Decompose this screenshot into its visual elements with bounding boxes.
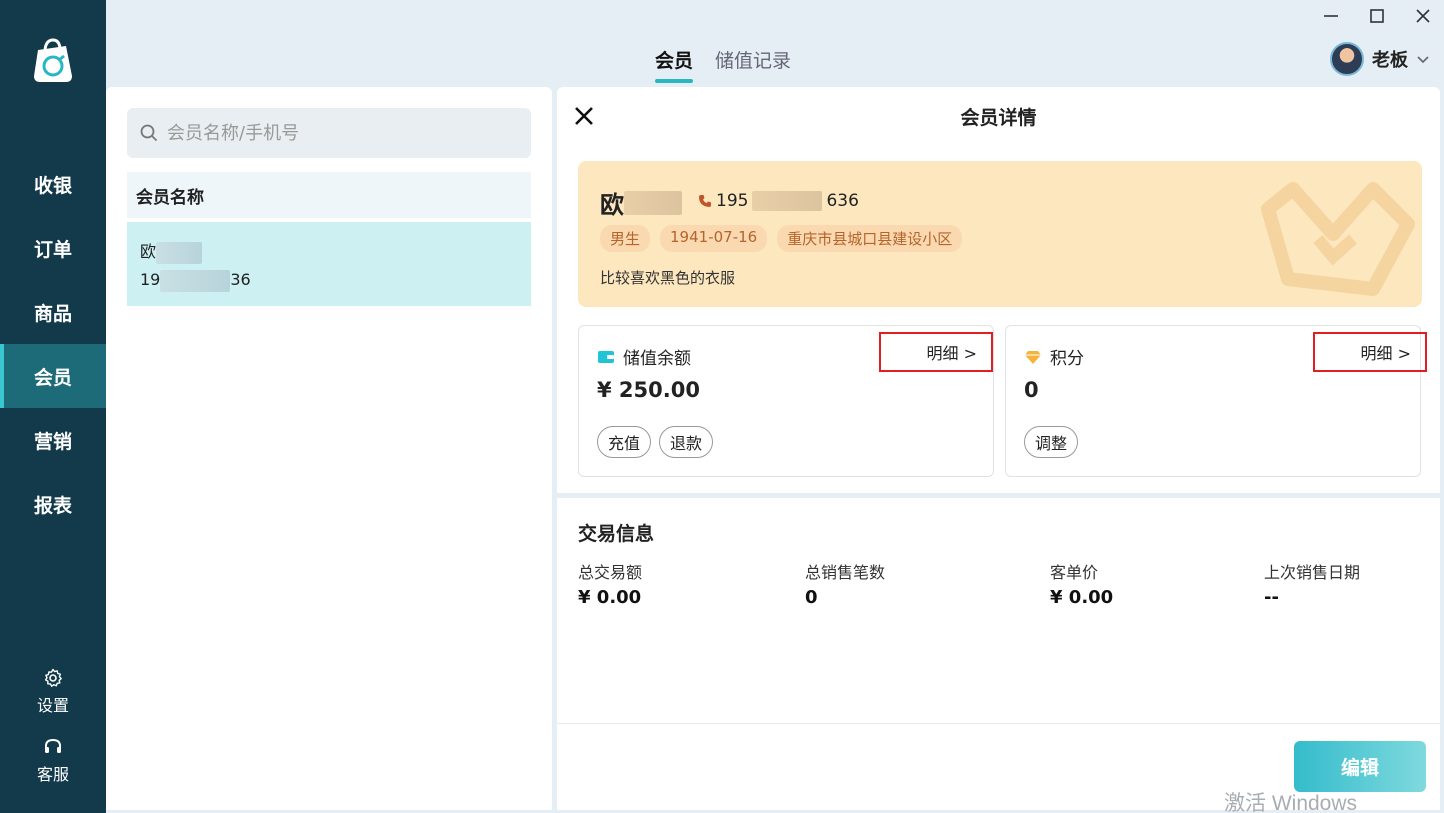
edit-button[interactable]: 编辑	[1294, 741, 1426, 792]
sidebar-item-label: 会员	[33, 366, 72, 389]
stored-value-actions: 充值 退款	[597, 426, 714, 458]
member-detail-panel: 会员详情 欧 195 636 男生 1941-07-16 重庆市县城口县建设小区 …	[557, 87, 1440, 810]
crown-watermark-icon	[1261, 182, 1415, 296]
adjust-points-button[interactable]: 调整	[1024, 426, 1079, 458]
section-divider	[557, 493, 1440, 498]
sidebar-item-cashier[interactable]: 收银	[0, 152, 106, 216]
sidebar-item-label: 商品	[33, 302, 72, 325]
refund-button[interactable]: 退款	[659, 426, 714, 458]
member-note: 比较喜欢黑色的衣服	[600, 269, 736, 287]
points-actions: 调整	[1024, 426, 1079, 458]
avatar	[1330, 42, 1364, 76]
minimize-button[interactable]	[1322, 6, 1340, 31]
gear-icon	[44, 668, 62, 687]
transactions-title: 交易信息	[578, 523, 655, 545]
gender-tag: 男生	[600, 225, 651, 252]
top-tabs: 会员 储值记录	[655, 46, 791, 83]
points-label: 积分	[1024, 344, 1084, 369]
maximize-button[interactable]	[1368, 6, 1386, 31]
member-phone: 195 636	[698, 191, 859, 211]
member-name: 欧	[140, 238, 518, 266]
redacted-name	[624, 190, 682, 215]
member-name: 欧	[600, 185, 682, 220]
total-amount-stat: 总交易额 ¥ 0.00	[578, 563, 643, 608]
sidebar: 收银 订单 商品 会员 营销 报表 设置 客服	[0, 0, 106, 813]
stored-value-card: 储值余额 明细 > ¥ 250.00 充值 退款	[578, 325, 994, 477]
wallet-icon	[598, 350, 614, 363]
stored-value-detail-link[interactable]: 明细 >	[879, 332, 993, 372]
stored-value-amount: ¥ 250.00	[597, 378, 700, 402]
list-column-header: 会员名称	[127, 172, 531, 218]
search-input[interactable]	[167, 122, 527, 144]
list-item[interactable]: 欧 19 36	[127, 222, 531, 306]
search-box	[127, 108, 531, 158]
points-detail-link[interactable]: 明细 >	[1313, 332, 1427, 372]
support-label: 客服	[36, 765, 69, 784]
stored-value-label: 储值余额	[597, 344, 691, 369]
profile-card: 欧 195 636 男生 1941-07-16 重庆市县城口县建设小区 比较喜欢黑…	[578, 161, 1422, 307]
close-window-button[interactable]	[1414, 6, 1432, 31]
support-button[interactable]: 客服	[0, 737, 106, 785]
sidebar-item-label: 收银	[33, 174, 72, 197]
sidebar-item-label: 报表	[33, 494, 72, 517]
tab-members[interactable]: 会员	[655, 46, 694, 83]
tab-stored-value-records[interactable]: 储值记录	[715, 46, 791, 83]
diamond-icon	[1025, 350, 1041, 364]
points-card: 积分 明细 > 0 调整	[1005, 325, 1427, 477]
address-tag: 重庆市县城口县建设小区	[777, 225, 963, 252]
sidebar-item-members[interactable]: 会员	[0, 344, 106, 408]
redacted-phone	[752, 191, 823, 211]
sidebar-item-reports[interactable]: 报表	[0, 472, 106, 536]
search-icon	[140, 124, 158, 142]
sidebar-item-orders[interactable]: 订单	[0, 216, 106, 280]
close-icon	[1416, 9, 1430, 23]
avg-order-stat: 客单价 ¥ 0.00	[1050, 563, 1114, 608]
last-sale-date-stat: 上次销售日期 --	[1264, 563, 1361, 608]
settings-button[interactable]: 设置	[0, 668, 106, 716]
footer-divider	[557, 723, 1440, 724]
birthday-tag: 1941-07-16	[660, 225, 768, 252]
sidebar-item-products[interactable]: 商品	[0, 280, 106, 344]
sidebar-item-marketing[interactable]: 营销	[0, 408, 106, 472]
maximize-icon	[1370, 9, 1384, 23]
recharge-button[interactable]: 充值	[597, 426, 652, 458]
redacted-name	[156, 241, 203, 264]
redacted-phone	[160, 269, 231, 292]
user-name: 老板	[1372, 50, 1408, 71]
sidebar-item-label: 营销	[33, 430, 72, 453]
points-value: 0	[1024, 378, 1039, 402]
page-title: 会员详情	[960, 107, 1037, 129]
headset-icon	[45, 738, 61, 753]
member-phone: 19 36	[140, 266, 518, 294]
member-tags: 男生 1941-07-16 重庆市县城口县建设小区	[600, 225, 963, 252]
member-list-panel: 会员名称 欧 1936	[106, 87, 552, 810]
user-menu[interactable]: 老板	[1330, 42, 1430, 76]
phone-icon	[699, 195, 711, 207]
chevron-down-icon	[1417, 56, 1429, 64]
windows-activation-watermark: 激活 Windows	[1224, 792, 1358, 813]
sidebar-item-label: 订单	[33, 238, 72, 261]
app-logo	[28, 36, 76, 84]
total-orders-stat: 总销售笔数 0	[805, 563, 886, 608]
minimize-icon	[1324, 15, 1338, 17]
settings-label: 设置	[36, 696, 69, 715]
